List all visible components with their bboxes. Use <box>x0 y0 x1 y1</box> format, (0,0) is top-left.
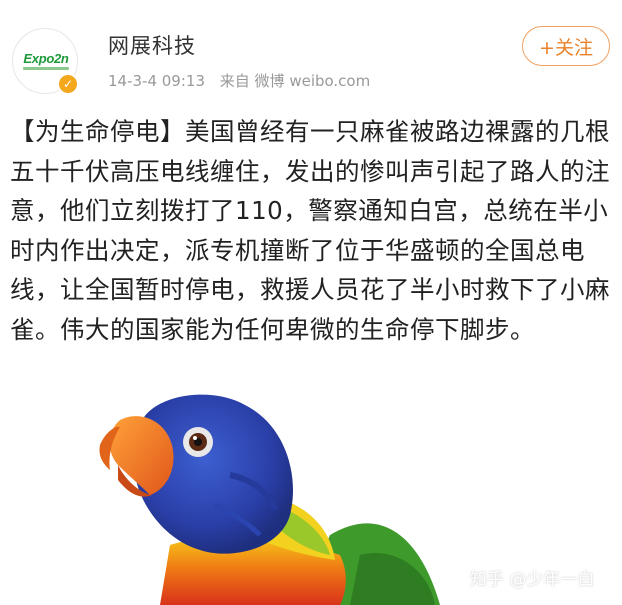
post-meta: 14-3-4 09:13 来自 微博 weibo.com <box>108 70 380 91</box>
post-header: Expo2n ✓ 网展科技 14-3-4 09:13 来自 微博 weibo.c… <box>0 0 622 110</box>
post-body-text: 【为生命停电】美国曾经有一只麻雀被路边裸露的几根五十千伏高压电线缠住，发出的惨叫… <box>10 117 610 344</box>
verified-badge-icon: ✓ <box>57 73 79 95</box>
post-source: 来自 微博 weibo.com <box>219 72 371 90</box>
logo-underline <box>23 67 69 70</box>
post-timestamp: 14-3-4 09:13 <box>108 72 205 90</box>
account-name[interactable]: 网展科技 <box>108 30 196 60</box>
watermark: 知乎 @少年一白 <box>470 570 595 590</box>
expoon-logo: Expo2n <box>23 51 69 66</box>
follow-button[interactable]: +关注 <box>522 26 610 66</box>
